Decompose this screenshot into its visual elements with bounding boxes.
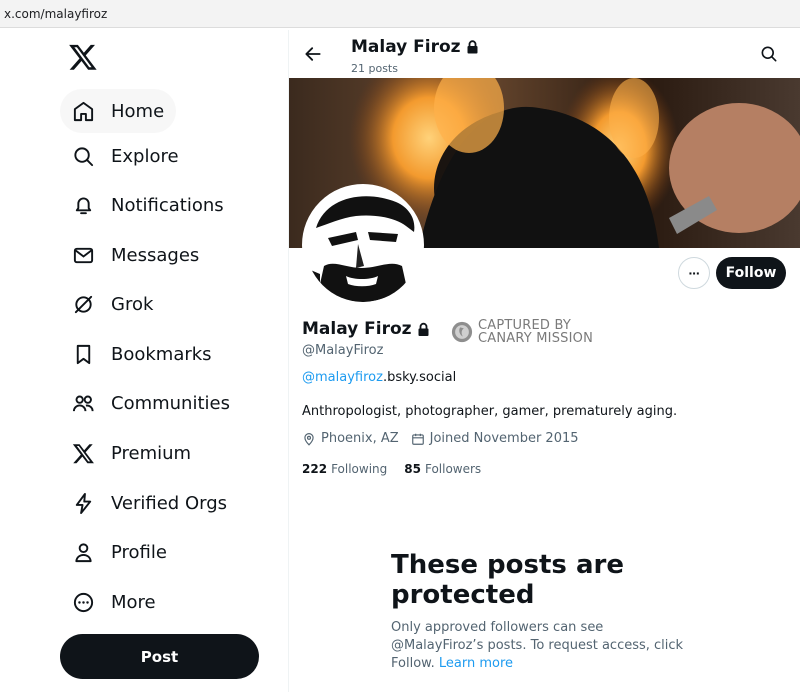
post-button[interactable]: Post — [60, 634, 259, 679]
sidebar: Home Explore Notifications Messages Grok… — [0, 30, 288, 692]
sidebar-item-label: Bookmarks — [111, 343, 212, 365]
captured-badge: CAPTURED BY CANARY MISSION — [451, 319, 593, 345]
search-icon[interactable] — [759, 44, 779, 64]
learn-more-link[interactable]: Learn more — [439, 656, 513, 671]
sidebar-item-label: Profile — [111, 541, 167, 563]
sidebar-item-profile[interactable]: Profile — [60, 530, 179, 574]
sidebar-item-communities[interactable]: Communities — [60, 381, 242, 425]
following-label: Following — [331, 462, 388, 476]
protected-title: These posts are protected — [391, 550, 624, 610]
sidebar-item-messages[interactable]: Messages — [60, 233, 211, 277]
more-circle-icon — [73, 592, 94, 612]
people-icon — [72, 395, 94, 411]
home-icon — [73, 101, 94, 121]
sidebar-item-home[interactable]: Home — [60, 89, 177, 133]
sidebar-item-bookmarks[interactable]: Bookmarks — [60, 332, 224, 376]
followers-label: Followers — [424, 462, 482, 476]
sidebar-item-label: Explore — [111, 145, 179, 167]
follow-button[interactable]: Follow — [716, 257, 786, 289]
sidebar-item-label: Notifications — [111, 194, 224, 216]
profile-handle: @MalayFiroz — [302, 343, 384, 358]
more-options-button[interactable]: ··· — [678, 257, 710, 289]
post-count: 21 posts — [351, 62, 398, 75]
x-logo-icon — [72, 443, 94, 463]
website-rest: .bsky.social — [382, 370, 457, 385]
envelope-icon — [73, 247, 94, 263]
sidebar-item-label: Home — [111, 100, 165, 122]
followers-link[interactable]: 85 Followers — [404, 462, 481, 476]
back-arrow-icon[interactable] — [303, 44, 323, 64]
profile-bio: Anthropologist, photographer, gamer, pre… — [302, 404, 678, 419]
sidebar-item-label: Messages — [111, 244, 200, 266]
grok-icon — [74, 295, 93, 313]
protected-body: Only approved followers can see @MalayFi… — [391, 620, 684, 671]
captured-line-2: CANARY MISSION — [478, 331, 594, 346]
header-name: Malay Firoz — [351, 37, 479, 57]
profile-column: Malay Firoz 21 posts ··· Follow Malay Fi… — [288, 30, 800, 692]
profile-name-text: Malay Firoz — [302, 319, 412, 339]
following-link[interactable]: 222 Following — [302, 462, 387, 476]
sidebar-item-label: More — [111, 591, 156, 613]
lock-icon — [418, 322, 429, 336]
bookmark-icon — [76, 344, 91, 364]
header-name-text: Malay Firoz — [351, 37, 461, 57]
sidebar-item-explore[interactable]: Explore — [60, 134, 191, 178]
avatar-image — [306, 188, 420, 302]
profile-name: Malay Firoz — [302, 319, 430, 339]
sidebar-item-label: Grok — [111, 293, 154, 315]
lightning-icon — [75, 492, 92, 514]
bell-icon — [75, 197, 92, 214]
sidebar-item-grok[interactable]: Grok — [60, 282, 165, 326]
sidebar-item-premium[interactable]: Premium — [60, 431, 203, 475]
followers-count: 85 — [404, 462, 421, 476]
profile-stats: 222 Following 85 Followers — [302, 462, 481, 476]
profile-website: @malayfiroz.bsky.social — [302, 370, 456, 385]
sidebar-item-verified-orgs[interactable]: Verified Orgs — [60, 481, 239, 525]
profile-meta: Phoenix, AZ Joined November 2015 — [302, 431, 579, 446]
following-count: 222 — [302, 462, 328, 476]
sidebar-item-label: Communities — [111, 392, 230, 414]
address-bar[interactable]: x.com/malayfiroz — [0, 0, 800, 28]
sidebar-item-label: Premium — [111, 442, 192, 464]
x-logo-icon[interactable] — [68, 42, 98, 72]
url-text[interactable]: x.com/malayfiroz — [4, 7, 107, 21]
protected-message: Only approved followers can see @MalayFi… — [391, 619, 691, 673]
sidebar-item-notifications[interactable]: Notifications — [60, 183, 236, 227]
search-icon — [74, 146, 94, 166]
profile-location: Phoenix, AZ — [321, 431, 399, 446]
calendar-icon — [411, 433, 424, 445]
website-link[interactable]: @malayfiroz — [302, 370, 383, 385]
profile-header-bar: Malay Firoz 21 posts — [289, 30, 800, 78]
lock-icon — [467, 40, 478, 54]
location-pin-icon — [304, 432, 314, 446]
sidebar-item-label: Verified Orgs — [111, 492, 228, 514]
canary-badge-icon — [451, 321, 473, 343]
sidebar-item-more[interactable]: More — [60, 580, 168, 624]
avatar[interactable] — [302, 184, 424, 306]
person-icon — [75, 542, 92, 562]
profile-joined: Joined November 2015 — [429, 431, 579, 446]
